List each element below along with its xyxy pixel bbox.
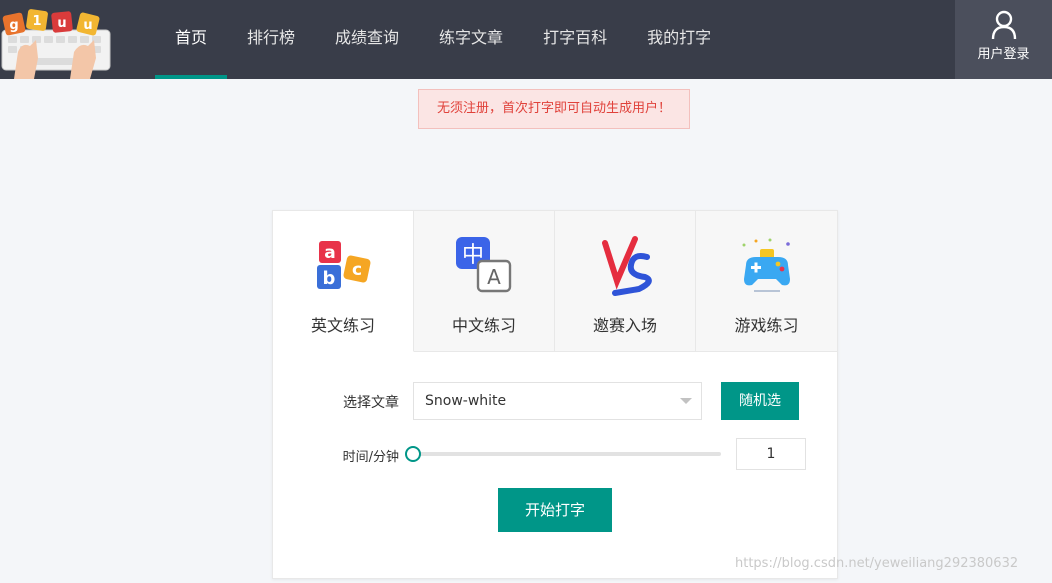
nav-home[interactable]: 首页: [155, 0, 228, 79]
svg-text:c: c: [352, 260, 362, 280]
practice-card: a b c 英文练习 中 A 中文练习 邀赛入场 游戏练习 选择文章 Snow-…: [272, 210, 838, 579]
svg-text:A: A: [487, 265, 501, 289]
nav-typing-wiki[interactable]: 打字百科: [523, 0, 627, 79]
time-slider-track[interactable]: [413, 452, 721, 456]
dropdown-arrow-icon: [680, 398, 692, 404]
random-pick-button[interactable]: 随机选: [721, 382, 799, 420]
login-label: 用户登录: [977, 47, 1030, 62]
tab-label: 英文练习: [310, 316, 375, 335]
translate-zh-a-icon: 中 A: [456, 237, 512, 293]
time-label: 时间/分钟: [342, 450, 399, 465]
logo-letter: u: [57, 16, 66, 31]
top-navbar: g 1 u u 首页 排行榜 成绩查询 练字文章 打字百科 我的打字 用户登录: [0, 0, 1052, 79]
watermark-text: https://blog.csdn.net/yeweiliang29238063…: [735, 556, 1019, 571]
tab-label: 邀赛入场: [592, 316, 657, 335]
minutes-input[interactable]: 1: [736, 438, 806, 470]
logo-icon[interactable]: g 1 u u: [0, 0, 116, 79]
tab-english-practice[interactable]: a b c 英文练习: [273, 211, 414, 352]
login-button[interactable]: 用户登录: [955, 0, 1052, 79]
user-icon: [991, 10, 1016, 40]
svg-text:a: a: [324, 243, 335, 263]
nav-ranking[interactable]: 排行榜: [227, 0, 315, 79]
tab-chinese-practice[interactable]: 中 A 中文练习: [414, 211, 555, 352]
logo-letter: 1: [32, 14, 41, 29]
tab-contest-entry[interactable]: 邀赛入场: [555, 211, 696, 352]
vs-icon: [602, 236, 652, 296]
article-select[interactable]: Snow-white: [413, 382, 702, 420]
tab-label: 中文练习: [451, 316, 516, 335]
article-label: 选择文章: [343, 395, 399, 411]
main-nav: 首页 排行榜 成绩查询 练字文章 打字百科 我的打字: [155, 0, 731, 79]
article-select-value: Snow-white: [425, 393, 507, 409]
tab-game-practice[interactable]: 游戏练习: [696, 211, 837, 352]
notice-banner: 无须注册，首次打字即可自动生成用户！: [418, 89, 690, 129]
nav-articles[interactable]: 练字文章: [419, 0, 523, 79]
practice-tabs: a b c 英文练习 中 A 中文练习 邀赛入场 游戏练习: [273, 211, 837, 352]
nav-my-typing[interactable]: 我的打字: [627, 0, 731, 79]
tab-label: 游戏练习: [734, 316, 799, 335]
time-slider-handle[interactable]: [405, 446, 421, 462]
start-typing-button[interactable]: 开始打字: [498, 488, 612, 532]
svg-text:b: b: [323, 268, 336, 289]
abc-puzzle-icon: a b c: [317, 241, 371, 289]
nav-score-query[interactable]: 成绩查询: [315, 0, 419, 79]
gamepad-icon: [742, 238, 790, 292]
logo-letter: g: [9, 18, 18, 33]
logo-letter: u: [83, 18, 92, 33]
